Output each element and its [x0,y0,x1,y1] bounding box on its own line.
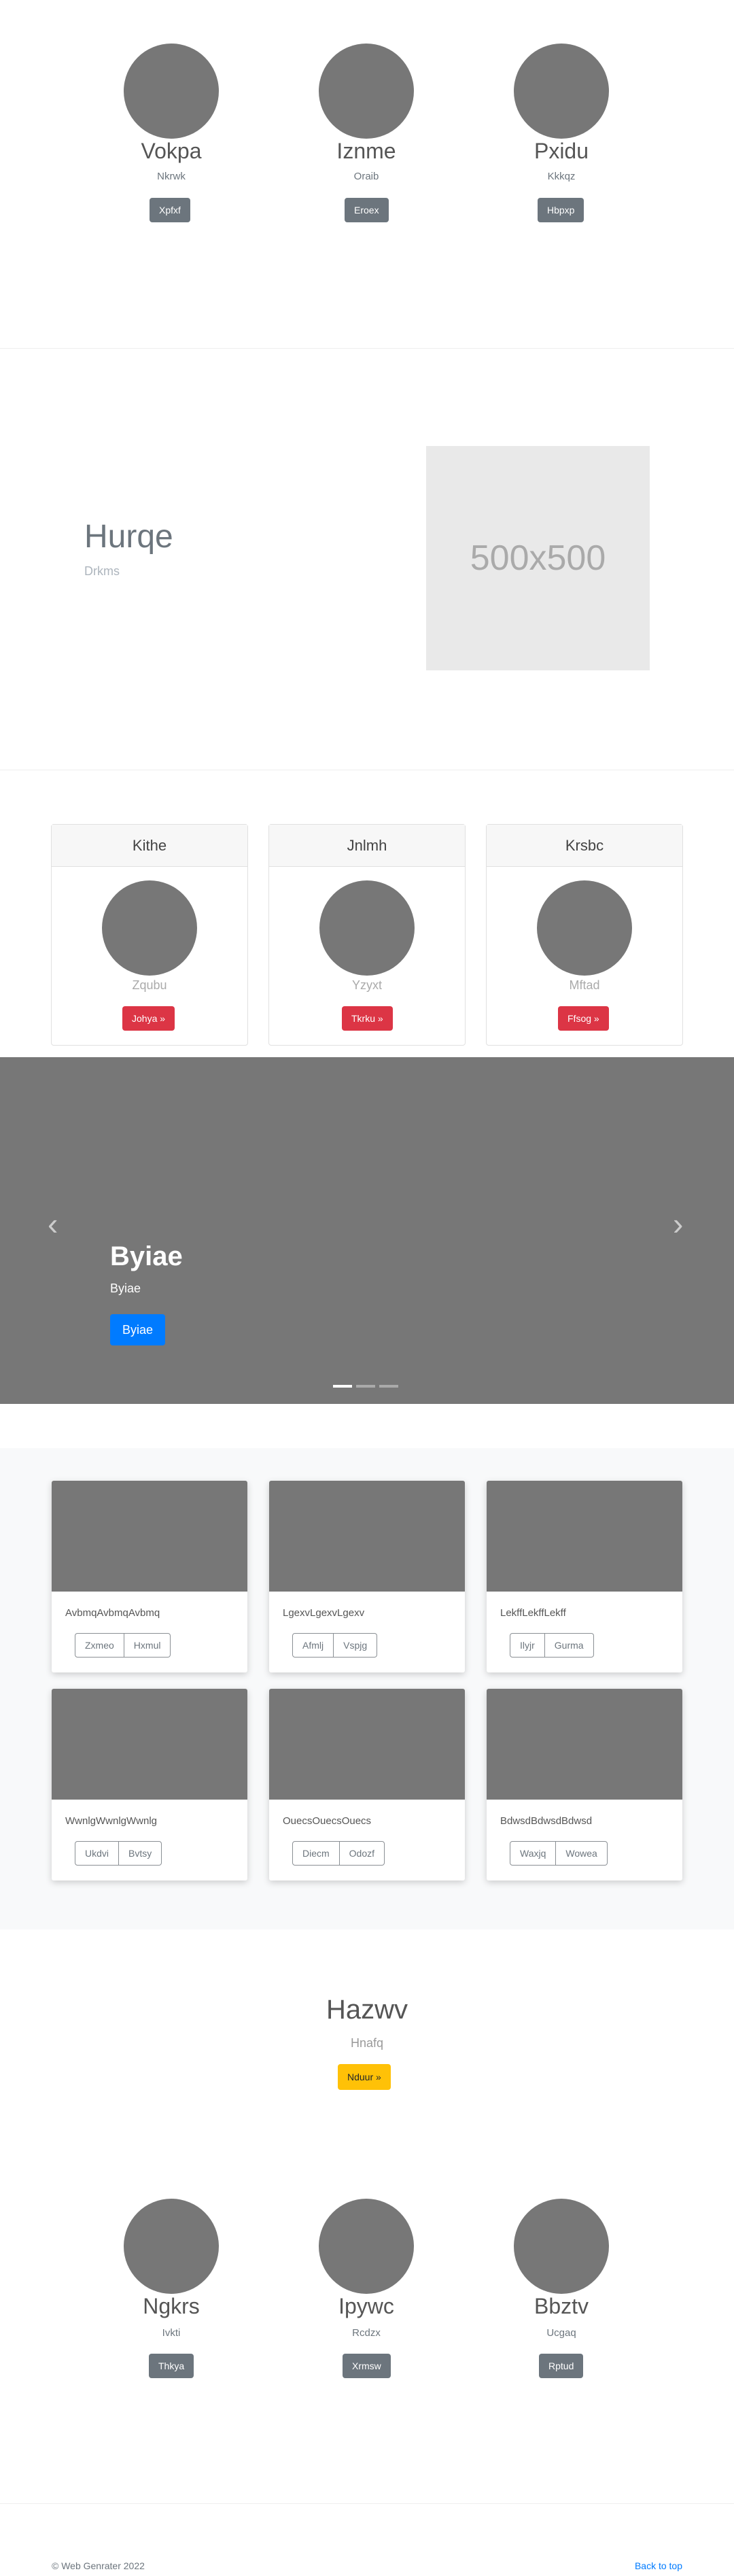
member-role: Ucgaq [546,2327,576,2339]
card: Krsbc Mftad Ffsog » [486,824,683,1046]
card-avatar [102,880,197,976]
portfolio-image [487,1689,682,1800]
card-header: Krsbc [487,825,682,867]
member-button[interactable]: Xrmsw [343,2354,391,2378]
carousel-cta-button[interactable]: Byiae [110,1314,166,1345]
card-button[interactable]: Johya » [122,1006,175,1031]
portfolio-button-group: Afmlj Vspjg [292,1633,378,1658]
back-to-top-link[interactable]: Back to top [635,2560,682,2571]
portfolio-card: BdwsdBdwsdBdwsd Waxjq Wowea [487,1689,682,1881]
view-button[interactable]: Diecm [292,1841,340,1866]
member-button[interactable]: Hbpxp [538,198,584,222]
member-role: Kkkqz [547,171,576,182]
card-avatar [319,880,415,976]
portfolio-card: OuecsOuecsOuecs Diecm Odozf [269,1689,465,1881]
avatar [514,44,609,139]
edit-button[interactable]: Gurma [544,1633,594,1658]
card-button[interactable]: Tkrku » [342,1006,393,1031]
edit-button[interactable]: Vspjg [334,1633,378,1658]
view-button[interactable]: Afmlj [292,1633,334,1658]
portfolio-button-group: Zxmeo Hxmul [75,1633,171,1658]
avatar [319,44,414,139]
card: Kithe Zqubu Johya » [51,824,248,1046]
avatar [514,2199,609,2294]
portfolio-button-group: Diecm Odozf [292,1841,385,1866]
card-caption: Yzyxt [351,978,382,992]
portfolio-text: AvbmqAvbmqAvbmq [65,1607,160,1619]
section-divider [0,348,734,349]
member-name: Ngkrs [143,2294,200,2318]
member-role: Oraib [353,171,379,182]
edit-button[interactable]: Bvtsy [119,1841,162,1866]
carousel: ‹ › Byiae Byiae Byiae [0,1057,734,1404]
card-header: Kithe [52,825,247,867]
portfolio-text: WwnlgWwnlgWwnlg [65,1815,158,1827]
portfolio-text: LgexvLgexvLgexv [283,1607,365,1619]
portfolio-card: LgexvLgexvLgexv Afmlj Vspjg [269,1481,465,1672]
member-name: Bbztv [534,2294,589,2318]
view-button[interactable]: Waxjq [510,1841,557,1866]
member-button[interactable]: Eroex [345,198,389,222]
member-name: Ipywc [338,2294,394,2318]
edit-button[interactable]: Hxmul [124,1633,171,1658]
carousel-next-button[interactable]: › [673,1207,683,1241]
footer-divider [0,2503,734,2504]
portfolio-card: WwnlgWwnlgWwnlg Ukdvi Bvtsy [52,1689,247,1881]
edit-button[interactable]: Wowea [556,1841,608,1866]
placeholder-label: 500x500 [470,538,606,578]
portfolio-button-group: Waxjq Wowea [510,1841,608,1866]
portfolio-card: AvbmqAvbmqAvbmq Zxmeo Hxmul [52,1481,247,1672]
footer-copyright: © Web Genrater 2022 [52,2560,145,2571]
carousel-indicator[interactable] [333,1385,352,1388]
avatar [124,2199,219,2294]
carousel-indicator[interactable] [379,1385,398,1388]
hero-title: Hurqe [84,519,173,555]
member-role: Rcdzx [352,2327,381,2339]
card-caption: Mftad [569,978,600,992]
cta-button[interactable]: Nduur » [338,2064,391,2090]
card-button[interactable]: Ffsog » [558,1006,609,1031]
carousel-indicator[interactable] [356,1385,375,1388]
edit-button[interactable]: Odozf [339,1841,385,1866]
portfolio-card: LekffLekffLekff Ilyjr Gurma [487,1481,682,1672]
view-button[interactable]: Zxmeo [75,1633,124,1658]
cta-title: Hazwv [326,1995,408,2025]
cta-subtitle: Hnafq [350,2036,384,2050]
portfolio-image [52,1481,247,1592]
portfolio-button-group: Ukdvi Bvtsy [75,1841,162,1866]
view-button[interactable]: Ilyjr [510,1633,545,1658]
carousel-subtitle: Byiae [110,1282,141,1295]
card: Jnlmh Yzyxt Tkrku » [268,824,466,1046]
carousel-title: Byiae [110,1241,183,1271]
member-button[interactable]: Xpfxf [150,198,190,222]
member-name: Vokpa [141,139,202,163]
portfolio-image [269,1481,465,1592]
portfolio-button-group: Ilyjr Gurma [510,1633,594,1658]
portfolio-image [487,1481,682,1592]
view-button[interactable]: Ukdvi [75,1841,120,1866]
hero-subtitle: Drkms [84,564,120,578]
card-avatar [537,880,632,976]
carousel-prev-button[interactable]: ‹ [48,1207,58,1241]
portfolio-image [52,1689,247,1800]
card-header: Jnlmh [269,825,465,867]
portfolio-text: BdwsdBdwsdBdwsd [500,1815,593,1827]
member-role: Nkrwk [157,171,186,182]
portfolio-text: OuecsOuecsOuecs [283,1815,372,1827]
member-name: Pxidu [534,139,589,163]
hero-image-placeholder: 500x500 [426,446,650,670]
member-role: Ivkti [162,2327,181,2339]
portfolio-image [269,1689,465,1800]
card-caption: Zqubu [132,978,167,992]
portfolio-section: AvbmqAvbmqAvbmq Zxmeo Hxmul LgexvLgexvLg… [0,1448,734,1929]
member-button[interactable]: Rptud [539,2354,584,2378]
avatar [319,2199,414,2294]
avatar [124,44,219,139]
portfolio-text: LekffLekffLekff [500,1607,566,1619]
member-button[interactable]: Thkya [149,2354,194,2378]
member-name: Iznme [336,139,396,163]
